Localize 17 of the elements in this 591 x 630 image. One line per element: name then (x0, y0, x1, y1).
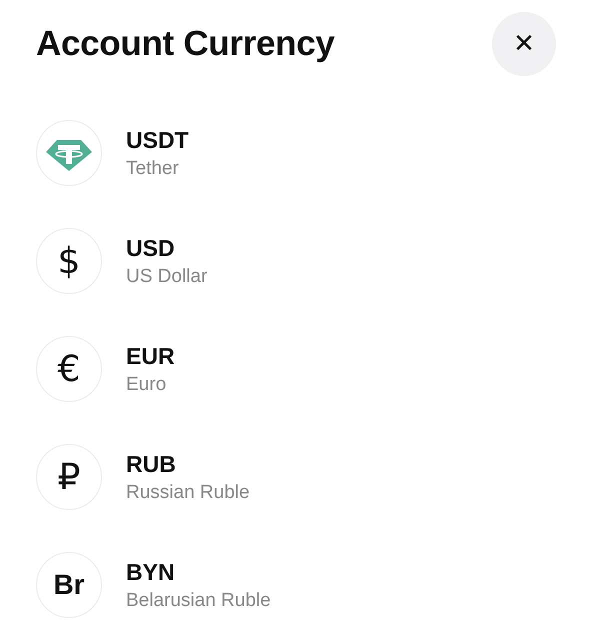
currency-code[interactable]: EUR (126, 342, 175, 370)
tether-logo-icon (36, 120, 102, 186)
currency-name: Euro (126, 374, 168, 396)
currency-name: US Dollar (126, 266, 208, 288)
currency-symbol-icon: ₽ (36, 444, 102, 510)
currency-name: Tether (126, 158, 180, 180)
currency-code[interactable]: USDT (126, 126, 189, 154)
currency-code[interactable]: RUB (126, 450, 250, 478)
currency-code[interactable]: BYN (126, 558, 271, 586)
currency-symbol-icon: $ (36, 228, 102, 294)
page-title: Account Currency (36, 24, 335, 64)
close-button[interactable]: ✕ (492, 12, 556, 76)
currency-name: Belarusian Ruble (126, 590, 271, 612)
currency-name: Russian Ruble (126, 482, 250, 504)
currency-symbol-icon: € (36, 336, 102, 402)
currency-symbol-icon: Br (36, 552, 102, 618)
currency-code[interactable]: USD (126, 234, 208, 262)
